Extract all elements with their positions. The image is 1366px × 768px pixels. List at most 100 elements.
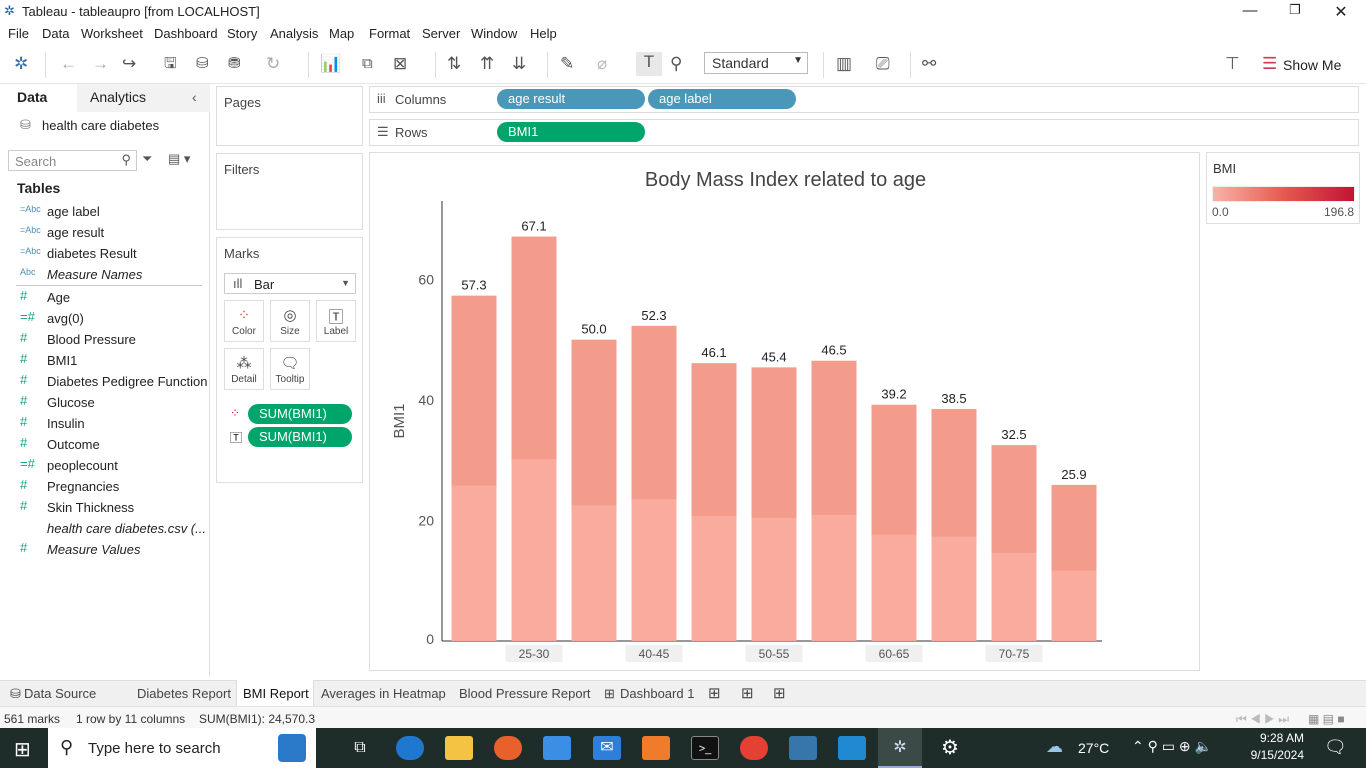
tableau-taskbar-icon[interactable]: ✲ xyxy=(886,736,914,760)
tooltip-button[interactable]: 🗨 Tooltip xyxy=(270,348,310,390)
measure-field[interactable]: # Skin Thickness xyxy=(0,498,210,519)
tray-icons[interactable]: ⌃ ⚲ ▭ ⊕ 🔈 xyxy=(1132,738,1212,755)
fit-dropdown[interactable]: Standard ▼ xyxy=(704,52,808,74)
taskbar-search[interactable]: ⚲ Type here to search xyxy=(48,728,316,768)
measure-field[interactable]: health care diabetes.csv (... xyxy=(0,519,210,540)
menu-format[interactable]: Format xyxy=(369,26,410,41)
new-story-tab-icon[interactable]: ⊞ xyxy=(773,684,786,702)
measure-field[interactable]: # Glucose xyxy=(0,393,210,414)
tab-analytics[interactable]: Analytics xyxy=(90,89,146,105)
new-dashboard-tab-icon[interactable]: ⊞ xyxy=(741,684,754,702)
collapse-icon[interactable]: ‹ xyxy=(192,89,197,105)
color-legend[interactable]: BMI 0.0 196.8 xyxy=(1206,152,1360,224)
tab-data-source[interactable]: Data Source xyxy=(24,686,96,701)
menu-map[interactable]: Map xyxy=(329,26,354,41)
rows-shelf[interactable]: ☰ Rows BMI1 xyxy=(369,119,1359,146)
new-worksheet-tab-icon[interactable]: ⊞ xyxy=(708,684,721,702)
color-button[interactable]: ⁘ Color xyxy=(224,300,264,342)
menu-worksheet[interactable]: Worksheet xyxy=(81,26,143,41)
measure-field[interactable]: # Blood Pressure xyxy=(0,330,210,351)
edge-icon[interactable] xyxy=(396,736,424,760)
measure-field[interactable]: =# avg(0) xyxy=(0,309,210,330)
group-icon[interactable]: ⌀ xyxy=(597,54,607,74)
view-options-icon[interactable]: ▤ ▾ xyxy=(168,151,190,167)
dimension-field[interactable]: =Abc diabetes Result xyxy=(0,244,210,265)
chrome-icon[interactable] xyxy=(740,736,768,760)
python-icon[interactable] xyxy=(789,736,817,760)
new-worksheet-icon[interactable]: 📊 xyxy=(320,54,341,74)
column-pill-age-result[interactable]: age result xyxy=(497,89,645,109)
close-icon[interactable]: ✕ xyxy=(1318,2,1364,22)
measure-field[interactable]: # Outcome xyxy=(0,435,210,456)
menu-server[interactable]: Server xyxy=(422,26,460,41)
measure-field[interactable]: # Insulin xyxy=(0,414,210,435)
size-button[interactable]: ◎ Size xyxy=(270,300,310,342)
notifications-icon[interactable]: 🗨 xyxy=(1324,737,1347,758)
sort-ascending-icon[interactable]: ⇈ xyxy=(480,54,494,74)
measure-field[interactable]: =# peoplecount xyxy=(0,456,210,477)
tab-data[interactable]: Data xyxy=(17,89,47,105)
menu-analysis[interactable]: Analysis xyxy=(270,26,318,41)
menu-dashboard[interactable]: Dashboard xyxy=(154,26,218,41)
swap-icon[interactable]: ⇅ xyxy=(447,54,461,74)
measure-field[interactable]: # Diabetes Pedigree Function xyxy=(0,372,210,393)
firefox-icon[interactable] xyxy=(494,736,522,760)
filter-icon[interactable]: ⏷ xyxy=(142,151,152,167)
refresh-icon[interactable]: ↻ xyxy=(266,54,280,74)
fix-axes-icon[interactable]: ⚲ xyxy=(670,54,682,74)
menu-file[interactable]: File xyxy=(8,26,29,41)
detail-button[interactable]: ⁂ Detail xyxy=(224,348,264,390)
show-labels-icon[interactable]: T xyxy=(636,52,662,76)
tab-dashboard-1[interactable]: Dashboard 1 xyxy=(620,686,694,701)
menu-story[interactable]: Story xyxy=(227,26,257,41)
measure-field[interactable]: # Age xyxy=(0,288,210,309)
datasource-name[interactable]: health care diabetes xyxy=(42,118,159,133)
replay-icon[interactable]: ↪ xyxy=(122,54,136,74)
sheet-nav-icon[interactable]: ⏮ ◀ ▶ ⏭ xyxy=(1236,712,1289,727)
dimension-field[interactable]: =Abc age label xyxy=(0,202,210,223)
dimension-field[interactable]: =Abc age result xyxy=(0,223,210,244)
menu-data[interactable]: Data xyxy=(42,26,69,41)
measure-field[interactable]: # Measure Values xyxy=(0,540,210,561)
paint-icon[interactable]: ⊤ xyxy=(1225,54,1240,74)
new-datasource-icon[interactable]: ⛁ xyxy=(196,54,209,74)
file-explorer-icon[interactable] xyxy=(445,736,473,760)
label-button[interactable]: 🅃 Label xyxy=(316,300,356,342)
mark-type-dropdown[interactable]: ıll Bar ▼ xyxy=(224,273,356,294)
terminal-icon[interactable]: >_ xyxy=(691,736,719,760)
show-me-button[interactable]: Show Me xyxy=(1283,55,1341,75)
task-view-icon[interactable]: ⧉ xyxy=(346,736,374,760)
view-mode-icon[interactable]: ▦ ▤ ■ xyxy=(1308,712,1345,726)
color-pill[interactable]: SUM(BMI1) xyxy=(248,404,352,424)
search-input[interactable]: Search ⚲ xyxy=(8,150,137,171)
presentation-mode-icon[interactable]: ⎚ xyxy=(876,54,890,74)
share-icon[interactable]: ⚯ xyxy=(922,54,936,74)
tab-averages-in-heatmap[interactable]: Averages in Heatmap xyxy=(321,686,446,701)
column-pill-age-label[interactable]: age label xyxy=(648,89,796,109)
undo-icon[interactable]: ← xyxy=(60,54,77,74)
duplicate-icon[interactable]: ⧉ xyxy=(362,54,373,74)
menu-window[interactable]: Window xyxy=(471,26,517,41)
settings-icon[interactable]: ⚙ xyxy=(936,736,964,760)
redo-icon[interactable]: → xyxy=(92,54,109,74)
measure-field[interactable]: # Pregnancies xyxy=(0,477,210,498)
minimize-icon[interactable]: — xyxy=(1227,2,1273,19)
restore-icon[interactable]: ❐ xyxy=(1272,2,1318,18)
show-cards-icon[interactable]: ▥ xyxy=(836,54,852,74)
label-pill[interactable]: SUM(BMI1) xyxy=(248,427,352,447)
tab-bmi-report[interactable]: BMI Report xyxy=(243,686,309,701)
sort-descending-icon[interactable]: ⇊ xyxy=(512,54,526,74)
store-icon[interactable] xyxy=(543,736,571,760)
filters-card[interactable]: Filters xyxy=(216,153,363,230)
tab-blood-pressure-report[interactable]: Blood Pressure Report xyxy=(459,686,591,701)
start-page-icon[interactable]: ✲ xyxy=(14,54,28,74)
pause-updates-icon[interactable]: ⛃ xyxy=(228,54,241,74)
pages-card[interactable]: Pages xyxy=(216,86,363,146)
windows-start-icon[interactable]: ⊞ xyxy=(14,737,31,762)
dimension-field[interactable]: Abc Measure Names xyxy=(0,265,210,286)
vscode-icon[interactable] xyxy=(838,736,866,760)
row-pill-bmi1[interactable]: BMI1 xyxy=(497,122,645,142)
columns-shelf[interactable]: iii Columns age result age label xyxy=(369,86,1359,113)
save-icon[interactable]: 🖫 xyxy=(164,54,177,74)
tab-diabetes-report[interactable]: Diabetes Report xyxy=(137,686,231,701)
